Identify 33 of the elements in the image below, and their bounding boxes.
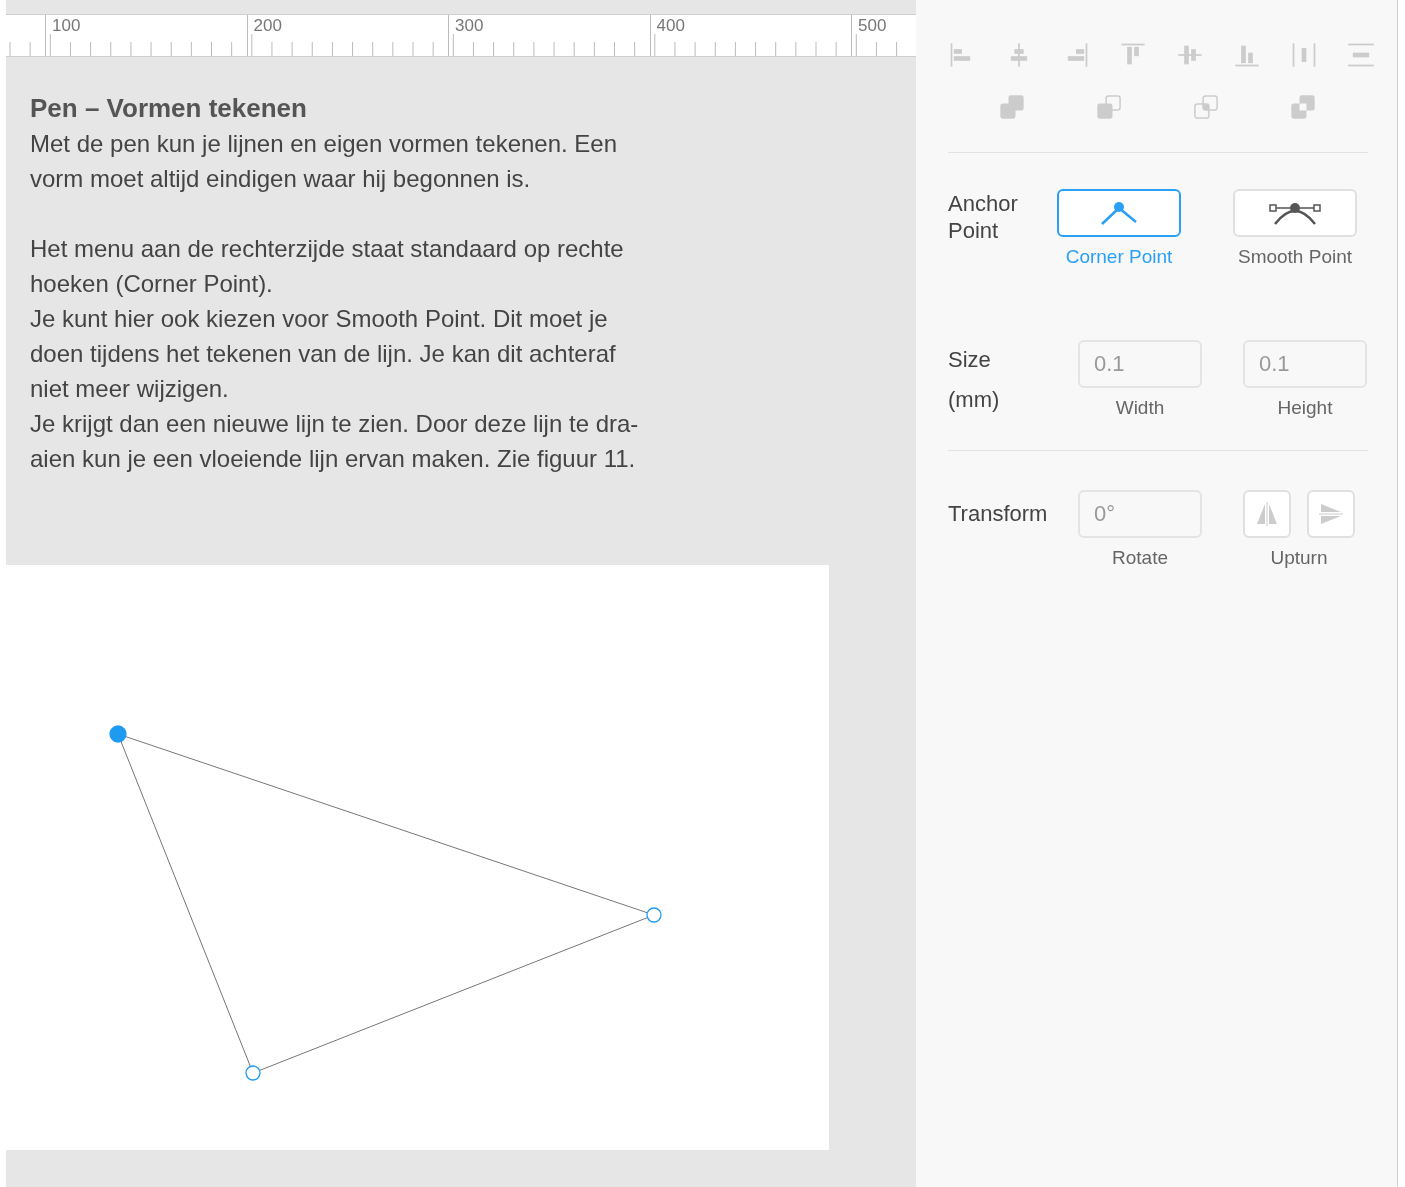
- smooth-point-icon: [1269, 200, 1321, 226]
- anchor-type-caption: Corner Point: [1065, 245, 1173, 269]
- instructions-title: Pen – Vormen tekenen: [30, 92, 308, 125]
- rotate-input[interactable]: 0°: [1078, 490, 1202, 538]
- anchor-point-label: Anchor Point: [948, 190, 1019, 245]
- size-input[interactable]: 0.1: [1243, 339, 1367, 388]
- anchor-point-handle[interactable]: [109, 725, 127, 743]
- transform-label: Transform: [948, 500, 1049, 528]
- flip-horizontal-button[interactable]: [1243, 490, 1291, 538]
- shape-combine-icon[interactable]: [1095, 93, 1123, 121]
- size-input[interactable]: 0.1: [1078, 339, 1202, 388]
- flip-vertical-button[interactable]: [1307, 490, 1355, 538]
- shape-combine-icon[interactable]: [1192, 93, 1220, 121]
- anchor-type-caption: Smooth Point: [1237, 245, 1353, 269]
- instructions-paragraph: Je kunt hier ook kiezen voor Smooth Point. Dit moet je doen tijdens het tekenen van de lijn. Je kan dit achteraf niet meer wijzigen.: [30, 304, 616, 404]
- instructions-paragraph: Het menu aan de rechterzijde staat standaard op rechte hoeken (Corner Point).: [30, 234, 624, 299]
- size-caption: Width: [1115, 395, 1165, 420]
- corner-point-icon: [1100, 200, 1138, 226]
- upturn-caption: Upturn: [1270, 546, 1328, 570]
- flip-horizontal-icon: [1254, 501, 1280, 527]
- distribute-horizontal-icon[interactable]: [1290, 41, 1318, 69]
- flip-vertical-icon: [1318, 501, 1344, 527]
- size-label: (mm): [948, 385, 1001, 414]
- size-label: Size: [948, 345, 992, 374]
- size-caption: Height: [1277, 395, 1333, 420]
- rotate-caption: Rotate: [1112, 546, 1168, 570]
- anchor-point-handle[interactable]: [245, 1065, 261, 1081]
- distribute-vertical-icon[interactable]: [1347, 41, 1375, 69]
- instructions-paragraph: Je krijgt dan een nieuwe lijn te zien. Door deze lijn te dra- aien kun je een vloeiende lijn ervan maken. Zie figuur 11.: [30, 409, 639, 474]
- shape-combine-icon[interactable]: [1289, 93, 1317, 121]
- shape-combine-icon[interactable]: [998, 93, 1026, 121]
- anchor-point-handle[interactable]: [646, 907, 662, 923]
- instructions-paragraph: Met de pen kun je lijnen en eigen vormen tekenen. Een vorm moet altijd eindigen waar hij begonnen is.: [30, 129, 618, 194]
